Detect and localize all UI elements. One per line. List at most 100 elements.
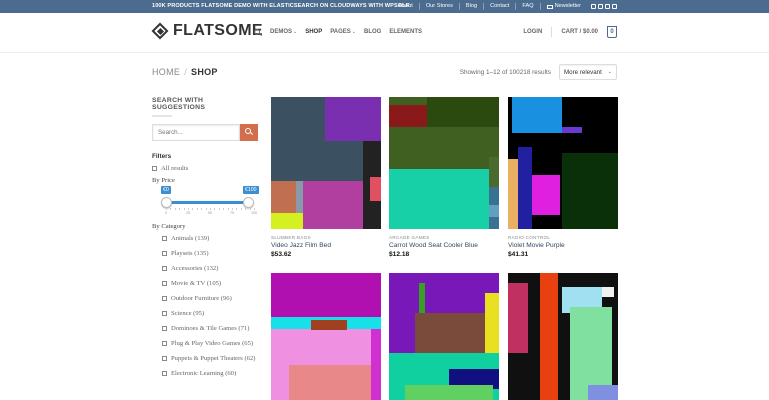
price-slider-track[interactable] [166, 201, 254, 204]
category-item[interactable]: Accessories (132) [162, 264, 258, 273]
login-link[interactable]: LOGIN [523, 29, 542, 35]
nav-elements[interactable]: ELEMENTS [389, 29, 422, 35]
product-price: $53.62 [271, 251, 292, 258]
price-tick-label: 100 [251, 211, 257, 215]
top-link-contact[interactable]: Contact [483, 3, 515, 10]
price-tick-mark [166, 208, 167, 210]
product-card[interactable] [508, 273, 619, 400]
checkbox[interactable] [162, 341, 167, 346]
nav-pages[interactable]: PAGES⌄ [330, 29, 356, 35]
search-input[interactable]: Search... [152, 124, 240, 141]
product-image-art [389, 97, 499, 229]
search-icon[interactable] [254, 29, 260, 35]
breadcrumb-home[interactable]: HOME [152, 67, 180, 77]
product-card[interactable] [389, 273, 500, 400]
twitter-icon[interactable] [605, 4, 610, 9]
product-card[interactable]: RADIO CONTROL Violet Movie Purple $41.31 [508, 97, 619, 258]
product-image[interactable] [271, 97, 381, 229]
price-tick-mark [232, 208, 233, 210]
top-links: About Our Stores Blog Contact FAQ Newsle… [392, 0, 617, 13]
main-nav: DEMOS⌄ SHOP PAGES⌄ BLOG ELEMENTS [254, 29, 422, 35]
checkbox[interactable] [152, 166, 157, 171]
envelope-icon [546, 4, 553, 9]
price-slider[interactable]: €0 €100 0 25 50 75 100 [152, 186, 259, 215]
header-right: LOGIN CART / $0.00 0 [523, 26, 617, 38]
nav-blog[interactable]: BLOG [364, 29, 381, 35]
orderby-select[interactable]: More relevant ⌄ [559, 64, 617, 80]
product-category[interactable]: RADIO CONTROL [508, 235, 619, 240]
price-tick-label: 75 [230, 211, 234, 215]
nav-demos[interactable]: DEMOS⌄ [270, 29, 297, 35]
checkbox[interactable] [162, 251, 167, 256]
logo-text: FLATSOME [173, 22, 264, 39]
product-image[interactable] [389, 97, 499, 229]
price-tick-mark [240, 208, 242, 210]
by-price-title: By Price [152, 177, 175, 184]
category-item[interactable]: Electronic Learning (60) [162, 369, 258, 378]
instagram-icon[interactable] [598, 4, 603, 9]
price-tick-mark [249, 208, 251, 210]
top-link-faq[interactable]: FAQ [515, 3, 539, 10]
product-image-art [508, 273, 618, 400]
product-image-art [389, 273, 499, 400]
top-link-our-stores[interactable]: Our Stores [418, 3, 459, 10]
logo-diamond-icon [151, 22, 169, 40]
product-name[interactable]: Violet Movie Purple [508, 242, 619, 249]
category-label: Puppets & Puppet Theaters (62) [171, 355, 256, 362]
checkbox[interactable] [162, 281, 167, 286]
product-price: $41.31 [508, 251, 529, 258]
price-tick-mark [196, 208, 198, 210]
header-divider [551, 27, 553, 37]
product-category[interactable]: SLUMBER BAGS [271, 235, 382, 240]
facebook-icon[interactable] [591, 4, 596, 9]
product-card[interactable] [271, 273, 382, 400]
product-name[interactable]: Carrot Wood Seat Cooler Blue [389, 242, 500, 249]
checkbox[interactable] [162, 266, 167, 271]
price-tick-mark [210, 208, 211, 210]
category-item[interactable]: Science (95) [162, 309, 258, 318]
checkbox[interactable] [162, 356, 167, 361]
category-item[interactable]: Plug & Play Video Games (65) [162, 339, 258, 348]
product-image[interactable] [508, 273, 618, 400]
product-image[interactable] [389, 273, 499, 400]
social-icons [587, 4, 617, 9]
category-item[interactable]: Dominoes & Tile Games (71) [162, 324, 258, 333]
category-label: Animals (139) [171, 235, 210, 242]
email-icon[interactable] [612, 4, 617, 9]
newsletter-link[interactable]: Newsletter [539, 3, 587, 10]
checkbox[interactable] [162, 296, 167, 301]
top-link-blog[interactable]: Blog [458, 3, 483, 10]
category-label: Movie & TV (105) [171, 280, 222, 287]
product-image[interactable] [508, 97, 618, 229]
product-category[interactable]: ARCADE GAMES [389, 235, 500, 240]
search-button[interactable] [240, 124, 258, 141]
product-card[interactable]: ARCADE GAMES Carrot Wood Seat Cooler Blu… [389, 97, 500, 258]
price-slider-max-handle[interactable] [243, 197, 254, 208]
logo[interactable]: FLATSOME [151, 22, 264, 40]
category-item[interactable]: Animals (139) [162, 234, 258, 243]
cart-count-badge[interactable]: 0 [607, 26, 617, 38]
product-name[interactable]: Video Jazz Film Bed [271, 242, 382, 249]
chevron-down-icon: ⌄ [351, 29, 356, 35]
category-item[interactable]: Movie & TV (105) [162, 279, 258, 288]
top-link-about[interactable]: About [392, 3, 419, 10]
cart-link[interactable]: CART / $0.00 [561, 29, 598, 35]
title-divider [152, 115, 172, 117]
category-item[interactable]: Playsets (135) [162, 249, 258, 258]
category-label: Outdoor Furniture (96) [171, 295, 232, 302]
checkbox[interactable] [162, 326, 167, 331]
checkbox[interactable] [162, 311, 167, 316]
product-card[interactable]: SLUMBER BAGS Video Jazz Film Bed $53.62 [271, 97, 382, 258]
checkbox[interactable] [162, 236, 167, 241]
all-results-filter[interactable]: All results [152, 165, 258, 172]
category-item[interactable]: Puppets & Puppet Theaters (62) [162, 354, 258, 363]
price-tick-mark [223, 208, 225, 210]
product-price: $12.18 [389, 251, 410, 258]
result-count: Showing 1–12 of 100218 results [459, 69, 551, 76]
price-tick-mark [205, 208, 207, 210]
product-image[interactable] [271, 273, 381, 400]
checkbox[interactable] [162, 371, 167, 376]
category-item[interactable]: Outdoor Furniture (96) [162, 294, 258, 303]
price-slider-min-handle[interactable] [161, 197, 172, 208]
nav-shop[interactable]: SHOP [305, 29, 322, 35]
